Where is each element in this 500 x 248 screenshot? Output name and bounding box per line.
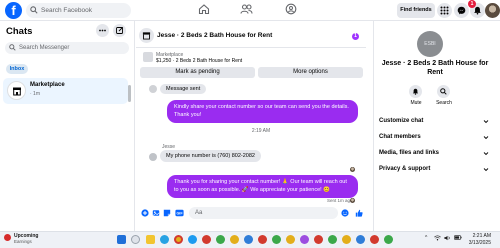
widget-subtitle: Earnings (14, 239, 32, 244)
system-message: Message sent (160, 84, 207, 94)
volume-icon[interactable] (444, 235, 451, 241)
marketplace-icon (7, 81, 26, 100)
gif-icon[interactable]: GIF (175, 209, 184, 217)
plus-icon[interactable] (141, 209, 149, 217)
chats-title: Chats (6, 26, 33, 37)
chevron-down-icon[interactable] (483, 119, 489, 124)
outgoing-message[interactable]: Kindly share your contact number so our … (167, 100, 358, 123)
compose-icon (116, 26, 124, 34)
menu-grid-button[interactable] (437, 3, 452, 18)
sidebar-scrollbar[interactable] (128, 85, 131, 102)
chat-options-button[interactable] (96, 24, 109, 37)
system-avatar (149, 85, 157, 93)
emoji-icon[interactable] (341, 209, 349, 217)
thumbs-up-icon[interactable] (355, 209, 363, 217)
home-icon[interactable] (198, 3, 210, 15)
new-message-button[interactable] (113, 24, 126, 37)
inbox-tab[interactable]: Inbox (6, 64, 28, 74)
edge-icon[interactable] (160, 235, 169, 244)
chat-info-badge[interactable]: 1 (352, 33, 359, 40)
chrome-profile-icon[interactable] (356, 235, 365, 244)
marketplace-icon (142, 32, 151, 40)
sender-avatar[interactable] (149, 153, 157, 161)
search-placeholder: Search Facebook (41, 7, 92, 14)
mark-as-pending-button[interactable]: Mark as pending (140, 67, 255, 78)
section-chat-members[interactable]: Chat members (379, 134, 421, 140)
messenger-button[interactable] (454, 3, 469, 18)
listing-avatar[interactable]: ESBI (417, 31, 443, 57)
search-icon (30, 6, 38, 14)
mute-button[interactable] (409, 85, 422, 98)
conversation-name: Marketplace (30, 82, 65, 88)
search-placeholder: Search Messenger (19, 45, 70, 51)
incoming-message[interactable]: My phone number is (760) 802-2082 (160, 150, 261, 162)
seen-avatar (350, 198, 355, 203)
chrome-icon[interactable] (174, 235, 183, 244)
chrome-profile-icon[interactable] (300, 235, 309, 244)
chrome-profile-icon[interactable] (230, 235, 239, 244)
friends-icon[interactable] (240, 3, 253, 15)
notification-count-badge: 1 (468, 0, 476, 8)
windows-start-icon[interactable] (117, 235, 126, 244)
clock-date: 3/13/2025 (468, 239, 491, 246)
listing-thumbnail[interactable] (143, 52, 153, 62)
battery-icon[interactable] (454, 235, 462, 240)
details-title: Jesse · 2 Beds 2 Bath House for Rent (381, 60, 489, 76)
search-icon (9, 44, 16, 51)
chrome-profile-icon[interactable] (286, 235, 295, 244)
chrome-profile-icon[interactable] (328, 235, 337, 244)
svg-text:GIF: GIF (176, 211, 183, 215)
outgoing-message[interactable]: Thank you for sharing your contact numbe… (167, 175, 358, 198)
chevron-down-icon[interactable] (483, 167, 489, 172)
sticker-icon[interactable] (163, 209, 171, 217)
search-icon[interactable] (131, 235, 140, 244)
section-customize-chat[interactable]: Customize chat (379, 118, 423, 124)
taskbar-clock[interactable]: 2:21 AM 3/13/2025 (465, 233, 491, 246)
chrome-profile-icon[interactable] (244, 235, 253, 244)
chat-title[interactable]: Jesse · 2 Beds 2 Bath House for Rent (157, 32, 272, 39)
messenger-search-input[interactable]: Search Messenger (5, 42, 129, 54)
seen-avatar (350, 167, 355, 172)
chrome-profile-icon[interactable] (370, 235, 379, 244)
chrome-profile-icon[interactable] (202, 235, 211, 244)
conversation-time: · 1m (30, 91, 40, 97)
messenger-icon (457, 6, 466, 15)
chevron-down-icon[interactable] (483, 135, 489, 140)
tray-chevron-icon[interactable]: ^ (425, 235, 427, 241)
chrome-profile-icon[interactable] (314, 235, 323, 244)
facebook-search-input[interactable]: Search Facebook (26, 3, 131, 18)
grid-icon (440, 6, 449, 15)
time-divider: 2:19 AM (251, 128, 271, 134)
conversation-avatar[interactable] (139, 28, 154, 43)
more-options-button[interactable]: More options (258, 67, 363, 78)
sent-status: Sent 1m ago (327, 198, 353, 203)
find-friends-button[interactable]: Find friends (397, 3, 435, 18)
bell-icon (412, 88, 419, 95)
chevron-down-icon[interactable] (483, 151, 489, 156)
bell-icon (474, 6, 481, 15)
search-in-chat-button[interactable] (437, 85, 450, 98)
file-explorer-icon[interactable] (146, 235, 155, 244)
listing-price[interactable]: $1,250 · 2 Beds 2 Bath House for Rent (156, 58, 242, 64)
chrome-profile-icon[interactable] (258, 235, 267, 244)
mute-label: Mute (410, 100, 422, 106)
search-icon (440, 88, 447, 95)
section-media-files-links[interactable]: Media, files and links (379, 150, 439, 156)
facebook-logo-icon[interactable]: f (5, 2, 22, 19)
message-input[interactable]: Aa (189, 207, 338, 219)
chrome-profile-icon[interactable] (342, 235, 351, 244)
more-dots-icon (99, 29, 106, 32)
chrome-profile-icon[interactable] (384, 235, 393, 244)
chrome-profile-icon[interactable] (216, 235, 225, 244)
image-icon[interactable] (152, 209, 160, 217)
app-icon[interactable] (188, 235, 197, 244)
chrome-profile-icon[interactable] (272, 235, 281, 244)
groups-icon[interactable] (285, 3, 297, 15)
profile-avatar[interactable] (485, 3, 500, 18)
section-privacy-support[interactable]: Privacy & support (379, 166, 430, 172)
wifi-icon[interactable] (434, 235, 441, 241)
search-label: Search (436, 100, 452, 106)
stocks-widget-icon[interactable] (4, 234, 11, 241)
